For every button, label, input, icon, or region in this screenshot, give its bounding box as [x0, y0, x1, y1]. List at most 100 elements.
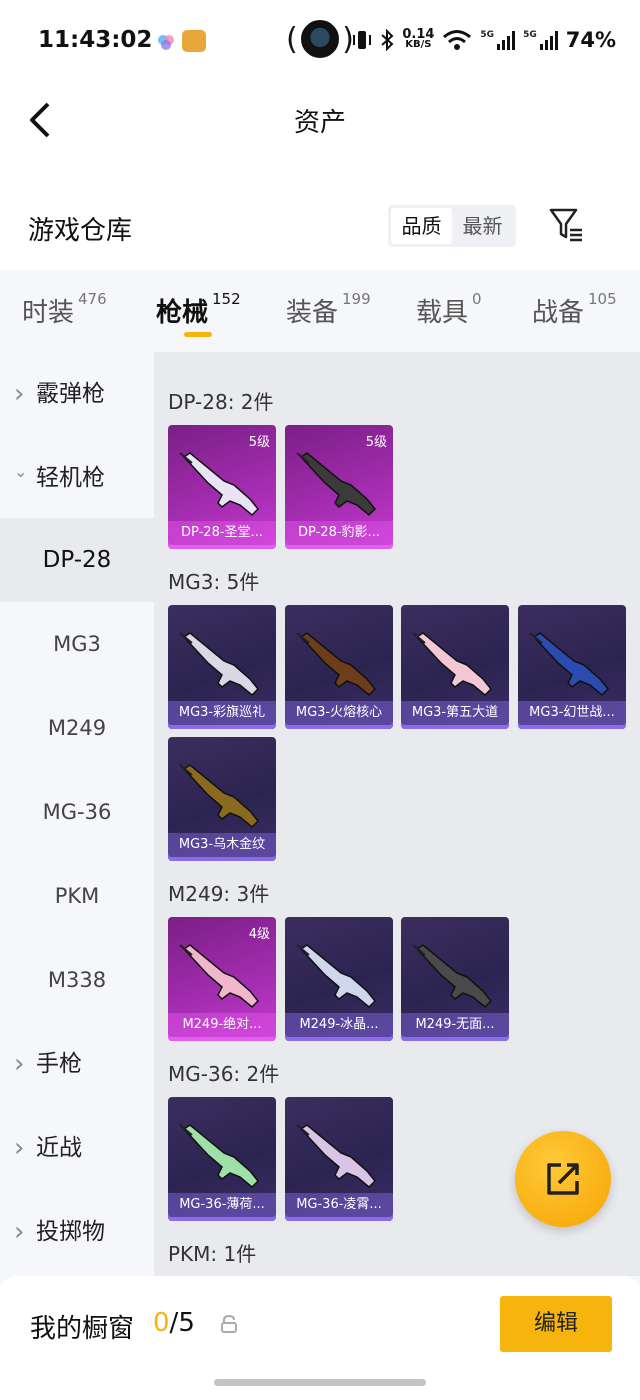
chevron-right-icon: ›	[14, 1217, 25, 1247]
sidebar-item[interactable]: › 投掷物	[0, 1190, 154, 1274]
weapon-name: MG-36-凌霄...	[285, 1193, 393, 1217]
weapon-name: DP-28-豹影...	[285, 521, 393, 545]
media-indicator: ( )	[286, 20, 354, 58]
vibrate-icon	[353, 31, 372, 49]
sidebar-item-label: 轻机枪	[36, 465, 105, 491]
chevron-right-icon: ›	[14, 379, 25, 409]
weapon-name: M249-绝对...	[168, 1013, 276, 1037]
weapon-card[interactable]: MG3-乌木金纹	[168, 737, 276, 861]
weapon-image-icon	[179, 764, 260, 829]
chevron-right-icon: ›	[14, 1133, 25, 1163]
sidebar-item[interactable]: ⌄ 轻机枪	[0, 436, 154, 520]
sort-newest-button[interactable]: 最新	[452, 208, 513, 244]
sidebar-item-label: MG-36	[42, 800, 112, 824]
weapon-group-title: M249: 3件	[168, 882, 270, 906]
sidebar-item-label: DP-28	[42, 547, 112, 573]
weapon-card[interactable]: MG-36-薄荷...	[168, 1097, 276, 1221]
battery-level: 74%	[565, 28, 616, 52]
weapon-image-icon	[296, 452, 377, 517]
weapon-group-title: PKM: 1件	[168, 1242, 257, 1266]
sidebar-item[interactable]: › 霰弹枪	[0, 352, 154, 436]
weapon-card[interactable]: MG-36-凌霄...	[285, 1097, 393, 1221]
app-notification-icon	[158, 35, 174, 50]
chevron-right-icon: ›	[14, 1049, 25, 1079]
status-icons: 0.14 KB/S 5G 5G 74%	[352, 24, 616, 56]
sidebar-item[interactable]: MG-36	[0, 770, 154, 854]
weapon-card[interactable]: MG3-火熔核心	[285, 605, 393, 729]
weapon-image-icon	[179, 452, 260, 517]
weapon-card[interactable]: 5级 DP-28-豹影...	[285, 425, 393, 549]
weapon-level-badge: 5级	[365, 435, 387, 450]
status-time: 11:43:02	[38, 27, 153, 53]
weapon-image-icon	[296, 632, 377, 697]
wifi-icon	[443, 30, 472, 50]
edit-button[interactable]: 编辑	[500, 1296, 612, 1352]
tab-supplies[interactable]: 战备 105	[532, 290, 617, 329]
sidebar-item[interactable]: DP-28	[0, 518, 154, 602]
active-tab-indicator	[184, 332, 212, 337]
weapon-name: DP-28-圣堂...	[168, 521, 276, 545]
sidebar-item-label: 投掷物	[36, 1219, 105, 1245]
weapon-name: M249-无面...	[401, 1013, 509, 1037]
weapon-level-badge: 5级	[248, 435, 270, 450]
tab-equipment[interactable]: 装备 199	[286, 290, 371, 329]
tab-guns[interactable]: 枪械 152	[156, 290, 241, 329]
network-speed: 0.14 KB/S	[402, 27, 435, 50]
page-header: 资产	[0, 80, 640, 160]
sidebar-item[interactable]: M338	[0, 938, 154, 1022]
weapon-sidebar: › 霰弹枪 ⌄ 轻机枪 DP-28 MG3 M249 MG-36 PKM M338 › 手枪 › 近战 › 投…	[0, 352, 154, 1276]
sidebar-item-label: 霰弹枪	[36, 381, 105, 407]
weapon-name: MG3-火熔核心	[285, 701, 393, 725]
weapon-group-title: MG-36: 2件	[168, 1062, 280, 1086]
sidebar-item-label: PKM	[54, 884, 100, 908]
sidebar-item[interactable]: MG3	[0, 602, 154, 686]
weapon-name: M249-冰晶...	[285, 1013, 393, 1037]
filter-icon[interactable]	[546, 204, 586, 244]
weapon-card[interactable]: MG3-幻世战...	[518, 605, 626, 729]
weapon-name: MG3-彩旗巡礼	[168, 701, 276, 725]
sort-toggle: 品质 最新	[388, 205, 516, 247]
weapon-image-icon	[296, 1124, 377, 1189]
weapon-name: MG3-第五大道	[401, 701, 509, 725]
weapon-image-icon	[179, 1124, 260, 1189]
page-title: 资产	[293, 108, 346, 138]
weapon-image-icon	[412, 632, 493, 697]
sidebar-item[interactable]: › 手枪	[0, 1022, 154, 1106]
weapon-level-badge: 4级	[248, 927, 270, 942]
share-button[interactable]	[515, 1131, 611, 1227]
weapon-image-icon	[529, 632, 610, 697]
home-indicator[interactable]	[214, 1379, 426, 1386]
weapon-image-icon	[179, 944, 260, 1009]
weapon-card[interactable]: 4级 M249-绝对...	[168, 917, 276, 1041]
showcase-count: 0/5	[153, 1308, 195, 1338]
weapon-name: MG3-幻世战...	[518, 701, 626, 725]
share-icon	[547, 1163, 579, 1195]
weapon-image-icon	[179, 632, 260, 697]
sidebar-item-label: M249	[47, 716, 107, 740]
weapon-card[interactable]: MG3-第五大道	[401, 605, 509, 729]
lock-icon	[221, 1314, 237, 1333]
weapon-name: MG3-乌木金纹	[168, 833, 276, 857]
sidebar-item[interactable]: M249	[0, 686, 154, 770]
weapon-card[interactable]: MG3-彩旗巡礼	[168, 605, 276, 729]
signal-icon-2: 5G	[523, 30, 558, 50]
sidebar-item[interactable]: PKM	[0, 854, 154, 938]
status-bar: 11:43:02 ( ) 0.14 KB/S 5G 5G 74%	[0, 0, 640, 80]
weapon-image-icon	[412, 944, 493, 1009]
tab-fashion[interactable]: 时装 476	[22, 290, 107, 329]
category-tabs: 时装 476 枪械 152 装备 199 载具 0 战备 105	[0, 270, 640, 352]
sort-quality-button[interactable]: 品质	[391, 208, 452, 244]
weapon-card[interactable]: 5级 DP-28-圣堂...	[168, 425, 276, 549]
showcase-label: 我的橱窗	[30, 1314, 135, 1344]
weapon-group-title: DP-28: 2件	[168, 390, 274, 414]
game-app-icon	[182, 30, 206, 52]
weapon-group-title: MG3: 5件	[168, 570, 260, 594]
weapon-name: MG-36-薄荷...	[168, 1193, 276, 1217]
tab-vehicles[interactable]: 载具 0	[416, 290, 482, 329]
sidebar-item-label: 近战	[36, 1135, 82, 1161]
sidebar-item[interactable]: › 近战	[0, 1106, 154, 1190]
sidebar-item-label: MG3	[53, 632, 101, 656]
bluetooth-icon	[381, 29, 394, 51]
weapon-card[interactable]: M249-冰晶...	[285, 917, 393, 1041]
weapon-card[interactable]: M249-无面...	[401, 917, 509, 1041]
